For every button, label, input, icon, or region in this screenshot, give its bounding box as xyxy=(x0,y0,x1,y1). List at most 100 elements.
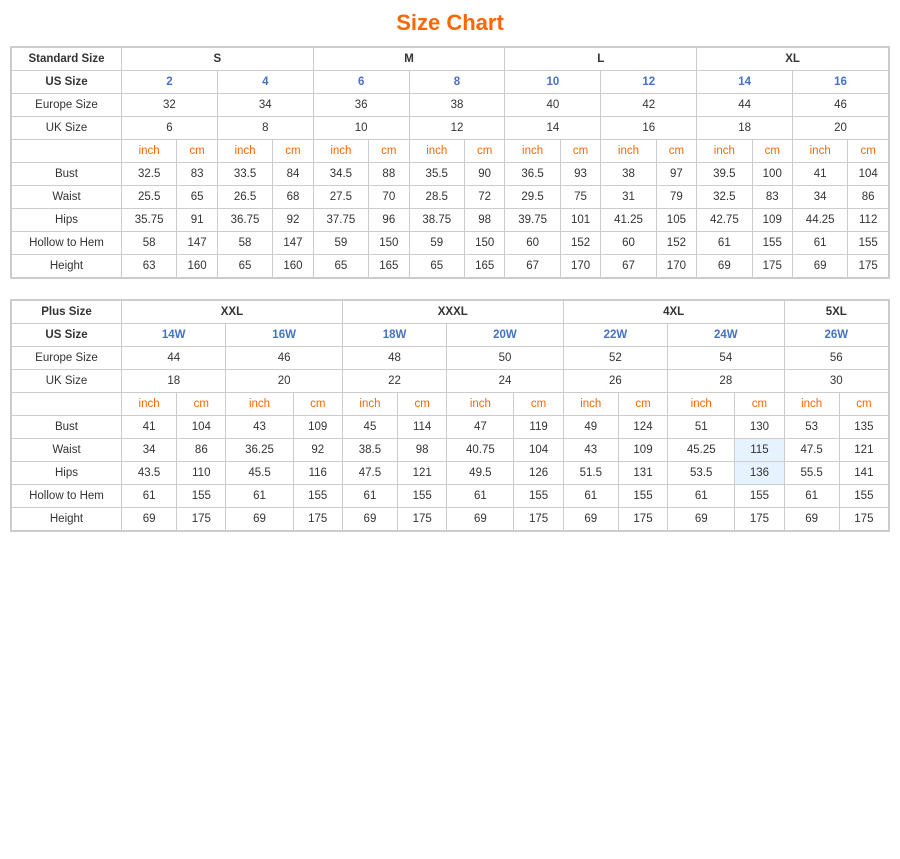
uk-size-label: UK Size xyxy=(12,117,122,140)
s2-inch: inch xyxy=(217,140,272,163)
page-title: Size Chart xyxy=(10,10,890,36)
eu-p-50: 50 xyxy=(447,347,563,370)
uk-p-30: 30 xyxy=(784,370,888,393)
plus-hips-label: Hips xyxy=(12,462,122,485)
xl1-inch: inch xyxy=(697,140,752,163)
xl1-cm: cm xyxy=(752,140,793,163)
bust-104: 104 xyxy=(848,163,889,186)
plus-us-size-row: US Size 14W 16W 18W 20W 22W 24W 26W xyxy=(12,324,889,347)
plus-size-label: Plus Size xyxy=(12,301,122,324)
standard-size-label: Standard Size xyxy=(12,48,122,71)
uk-20: 20 xyxy=(793,117,889,140)
bust-label: Bust xyxy=(12,163,122,186)
standard-header-row: Standard Size S M L XL xyxy=(12,48,889,71)
plus-uk-size-label: UK Size xyxy=(12,370,122,393)
bust-41: 41 xyxy=(793,163,848,186)
eu-p-46: 46 xyxy=(226,347,342,370)
us-26w: 26W xyxy=(784,324,888,347)
eu-40: 40 xyxy=(505,94,601,117)
xxxl-group-header: XXXL xyxy=(342,301,563,324)
plus-bust-label: Bust xyxy=(12,416,122,439)
uk-18: 18 xyxy=(697,117,793,140)
waist-label: Waist xyxy=(12,186,122,209)
xxl-group-header: XXL xyxy=(122,301,343,324)
europe-size-row: Europe Size 32 34 36 38 40 42 44 46 xyxy=(12,94,889,117)
s-group-header: S xyxy=(122,48,314,71)
plus-waist-row: Waist 3486 36.2592 38.598 40.75104 43109… xyxy=(12,439,889,462)
eu-38: 38 xyxy=(409,94,505,117)
us-24w: 24W xyxy=(668,324,784,347)
l1-inch: inch xyxy=(505,140,560,163)
uk-size-row: UK Size 6 8 10 12 14 16 18 20 xyxy=(12,117,889,140)
hollow-label: Hollow to Hem xyxy=(12,232,122,255)
m2-cm: cm xyxy=(464,140,505,163)
l-group-header: L xyxy=(505,48,697,71)
m-group-header: M xyxy=(313,48,505,71)
bust-33.5: 33.5 xyxy=(217,163,272,186)
us-size-2: 2 xyxy=(122,71,218,94)
standard-size-table: Standard Size S M L XL US Size 2 4 6 8 1… xyxy=(10,46,890,279)
us-size-16: 16 xyxy=(793,71,889,94)
l2-cm: cm xyxy=(656,140,697,163)
xl2-inch: inch xyxy=(793,140,848,163)
uk-12: 12 xyxy=(409,117,505,140)
bust-35.5: 35.5 xyxy=(409,163,464,186)
uk-p-28: 28 xyxy=(668,370,784,393)
plus-header-row: Plus Size XXL XXXL 4XL 5XL xyxy=(12,301,889,324)
bust-34.5: 34.5 xyxy=(313,163,368,186)
uk-16: 16 xyxy=(601,117,697,140)
standard-height-row: Height 63160 65160 65165 65165 67170 671… xyxy=(12,255,889,278)
us-size-14: 14 xyxy=(697,71,793,94)
eu-p-52: 52 xyxy=(563,347,667,370)
uk-p-20: 20 xyxy=(226,370,342,393)
us-size-6: 6 xyxy=(313,71,409,94)
uk-10: 10 xyxy=(313,117,409,140)
l2-inch: inch xyxy=(601,140,656,163)
plus-hips-row: Hips 43.5110 45.5116 47.5121 49.5126 51.… xyxy=(12,462,889,485)
eu-34: 34 xyxy=(217,94,313,117)
us-22w: 22W xyxy=(563,324,667,347)
bust-38: 38 xyxy=(601,163,656,186)
bust-93: 93 xyxy=(560,163,601,186)
bust-100: 100 xyxy=(752,163,793,186)
us-size-label: US Size xyxy=(12,71,122,94)
uk-p-22: 22 xyxy=(342,370,446,393)
s1-inch: inch xyxy=(122,140,177,163)
plus-hollow-label: Hollow to Hem xyxy=(12,485,122,508)
standard-hollow-row: Hollow to Hem 58147 58147 59150 59150 60… xyxy=(12,232,889,255)
plus-europe-size-label: Europe Size xyxy=(12,347,122,370)
us-size-10: 10 xyxy=(505,71,601,94)
plus-us-size-label: US Size xyxy=(12,324,122,347)
uk-14: 14 xyxy=(505,117,601,140)
us-16w: 16W xyxy=(226,324,342,347)
eu-32: 32 xyxy=(122,94,218,117)
eu-46: 46 xyxy=(793,94,889,117)
europe-size-label: Europe Size xyxy=(12,94,122,117)
bust-84: 84 xyxy=(273,163,314,186)
us-14w: 14W xyxy=(122,324,226,347)
standard-bust-row: Bust 32.583 33.584 34.588 35.590 36.593 … xyxy=(12,163,889,186)
uk-p-24: 24 xyxy=(447,370,563,393)
bust-88: 88 xyxy=(369,163,410,186)
bust-39.5: 39.5 xyxy=(697,163,752,186)
eu-p-54: 54 xyxy=(668,347,784,370)
s1-cm: cm xyxy=(177,140,218,163)
xl2-cm: cm xyxy=(848,140,889,163)
plus-inch-cm-header: inchcm inchcm inchcm inchcm inchcm inchc… xyxy=(12,393,889,416)
bust-97: 97 xyxy=(656,163,697,186)
us-size-8: 8 xyxy=(409,71,505,94)
plus-height-row: Height 69175 69175 69175 69175 69175 691… xyxy=(12,508,889,531)
plus-hollow-row: Hollow to Hem 61155 61155 61155 61155 61… xyxy=(12,485,889,508)
plus-uk-size-row: UK Size 18 20 22 24 26 28 30 xyxy=(12,370,889,393)
bust-32.5: 32.5 xyxy=(122,163,177,186)
standard-inch-cm-header: inch cm inch cm inch cm inch cm inch cm … xyxy=(12,140,889,163)
xl-group-header: XL xyxy=(697,48,889,71)
eu-36: 36 xyxy=(313,94,409,117)
eu-p-48: 48 xyxy=(342,347,446,370)
us-size-12: 12 xyxy=(601,71,697,94)
s2-cm: cm xyxy=(273,140,314,163)
uk-p-26: 26 xyxy=(563,370,667,393)
height-label: Height xyxy=(12,255,122,278)
hips-label: Hips xyxy=(12,209,122,232)
m1-inch: inch xyxy=(313,140,368,163)
